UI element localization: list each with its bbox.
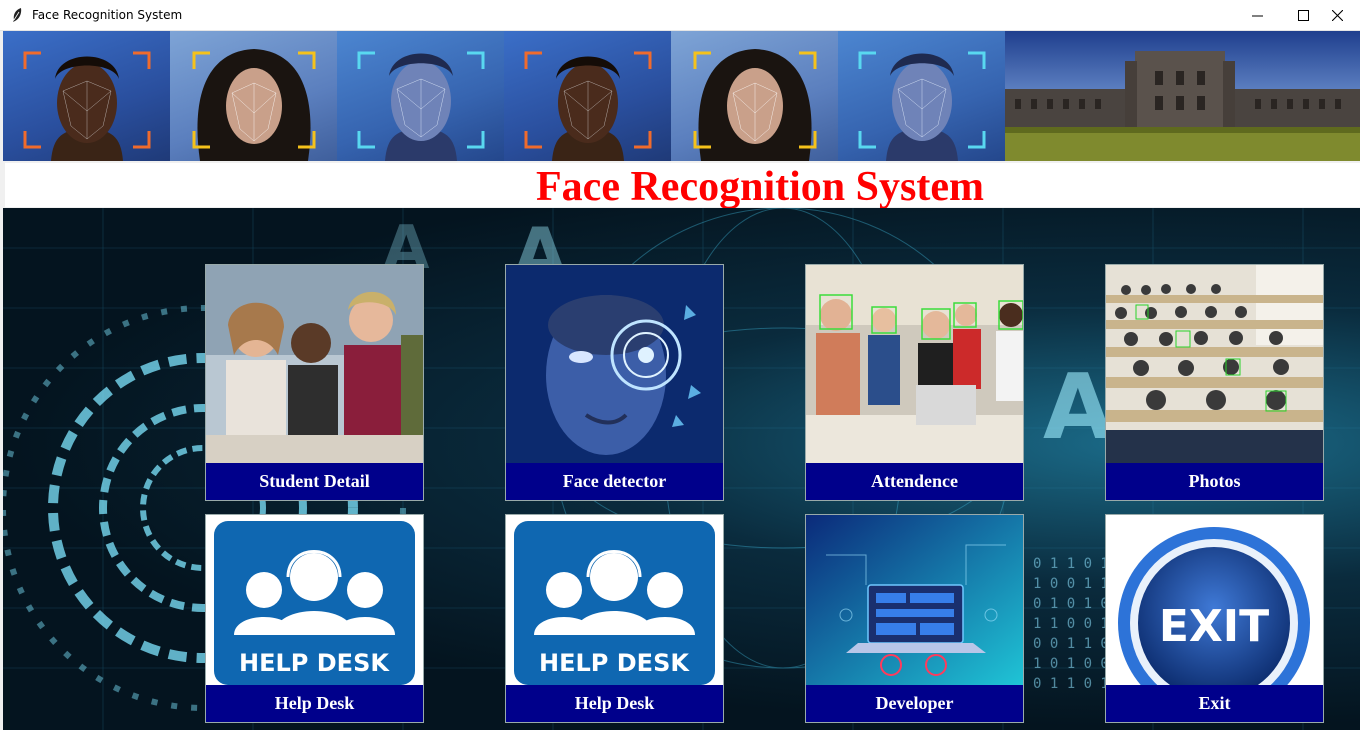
student-detail-button[interactable]: Student Detail: [206, 463, 423, 500]
close-icon: [1331, 9, 1343, 21]
developer-laptop-icon[interactable]: [806, 515, 1023, 685]
svg-text:HELP DESK: HELP DESK: [239, 649, 390, 677]
attendence-button[interactable]: Attendence: [806, 463, 1023, 500]
university-building-image: [1005, 31, 1360, 161]
face-scan-image: [170, 31, 337, 161]
photos-tile[interactable]: Photos: [1105, 264, 1324, 501]
classroom-photo[interactable]: [806, 265, 1023, 463]
header-image-strip: [3, 31, 1360, 161]
face-detector-button[interactable]: Face detector: [506, 463, 723, 500]
svg-text:EXIT: EXIT: [1159, 601, 1269, 652]
exit-tile[interactable]: EXIT Exit: [1105, 514, 1324, 723]
heading-bar: Face Recognition System: [5, 163, 1360, 210]
help-desk-button[interactable]: Help Desk: [506, 685, 723, 722]
window-title: Face Recognition System: [32, 8, 183, 22]
face-scan-image: [3, 31, 170, 161]
minimize-button[interactable]: [1234, 0, 1280, 30]
developer-button[interactable]: Developer: [806, 685, 1023, 722]
svg-text:A: A: [1043, 355, 1113, 460]
help-desk-icon[interactable]: HELP DESK: [506, 515, 723, 685]
help-desk-tile[interactable]: HELP DESK Help Desk: [505, 514, 724, 723]
developer-tile[interactable]: Developer: [805, 514, 1024, 723]
exit-button-icon[interactable]: EXIT: [1106, 515, 1323, 685]
attendence-tile[interactable]: Attendence: [805, 264, 1024, 501]
students-photo[interactable]: [206, 265, 423, 463]
face-scan-image: [504, 31, 671, 161]
lecture-hall-photo[interactable]: [1106, 265, 1323, 463]
help-desk-tile[interactable]: HELP DESK Help Desk: [205, 514, 424, 723]
maximize-icon: [1297, 9, 1309, 21]
photos-button[interactable]: Photos: [1106, 463, 1323, 500]
svg-text:HELP DESK: HELP DESK: [539, 649, 690, 677]
help-desk-button[interactable]: Help Desk: [206, 685, 423, 722]
face-scan-image: [671, 31, 838, 161]
feather-icon: [13, 8, 22, 22]
exit-button[interactable]: Exit: [1106, 685, 1323, 722]
face-scan-image: [838, 31, 1005, 161]
face-scan-photo[interactable]: [506, 265, 723, 463]
face-scan-image: [337, 31, 504, 161]
minimize-icon: [1251, 15, 1263, 16]
page-title: Face Recognition System: [536, 164, 984, 210]
help-desk-icon[interactable]: HELP DESK: [206, 515, 423, 685]
close-button[interactable]: [1314, 0, 1360, 30]
window-title-bar: Face Recognition System: [0, 0, 1360, 31]
student-detail-tile[interactable]: Student Detail: [205, 264, 424, 501]
face-detector-tile[interactable]: Face detector: [505, 264, 724, 501]
